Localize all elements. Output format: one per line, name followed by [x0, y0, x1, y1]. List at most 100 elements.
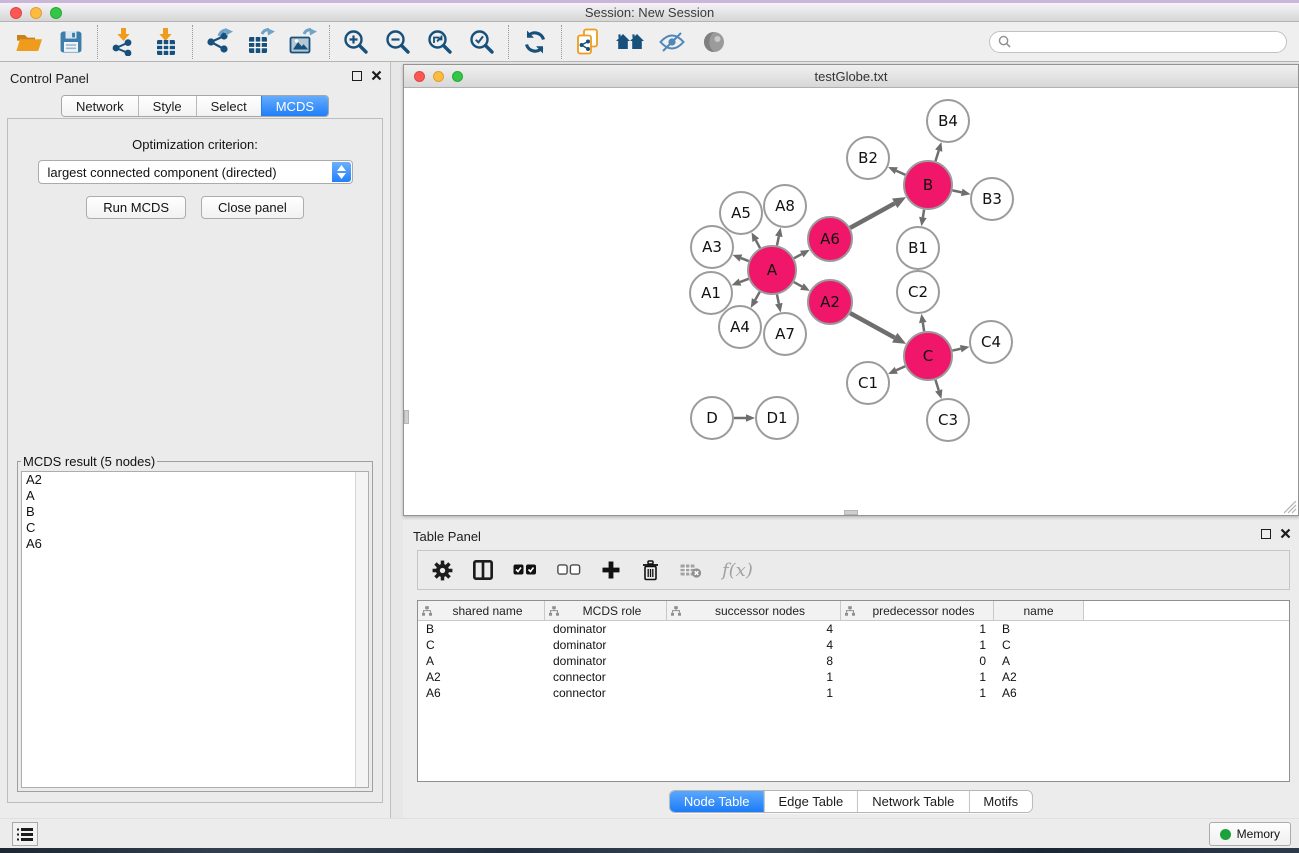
- close-panel-icon[interactable]: [1280, 528, 1291, 539]
- network-window-titlebar[interactable]: testGlobe.txt: [404, 65, 1298, 88]
- function-builder-button[interactable]: f(x): [722, 560, 753, 581]
- scrollbar-track[interactable]: [355, 472, 368, 787]
- column-header-successor-nodes[interactable]: successor nodes: [667, 601, 841, 620]
- close-panel-button[interactable]: Close panel: [201, 196, 304, 219]
- graph-edge[interactable]: [850, 313, 895, 338]
- graph-edge[interactable]: [777, 294, 779, 303]
- graph-edge[interactable]: [777, 236, 779, 245]
- tab-network-table[interactable]: Network Table: [857, 791, 968, 812]
- export-table-button[interactable]: [240, 24, 282, 60]
- graph-edge[interactable]: [755, 292, 760, 300]
- task-history-button[interactable]: [12, 822, 38, 846]
- table-row[interactable]: Adominator80A: [418, 653, 1289, 669]
- float-panel-icon[interactable]: [352, 71, 362, 81]
- close-panel-icon[interactable]: [371, 70, 382, 81]
- splitter-nub[interactable]: [844, 510, 858, 515]
- tab-network[interactable]: Network: [62, 96, 138, 116]
- zoom-out-button[interactable]: [377, 24, 419, 60]
- graph-edge[interactable]: [794, 254, 802, 258]
- splitter-nub[interactable]: [404, 410, 409, 424]
- zoom-fit-button[interactable]: [419, 24, 461, 60]
- export-image-button[interactable]: [282, 24, 324, 60]
- network-from-selection-button[interactable]: [567, 24, 609, 60]
- tab-mcds[interactable]: MCDS: [261, 96, 328, 116]
- graph-edge[interactable]: [952, 190, 961, 192]
- show-all-button[interactable]: [693, 24, 735, 60]
- window-titlebar[interactable]: Session: New Session: [0, 0, 1299, 22]
- graph-node-label: A3: [702, 238, 722, 256]
- import-network-button[interactable]: [103, 24, 145, 60]
- show-columns-button[interactable]: [473, 560, 493, 580]
- graph-edge[interactable]: [850, 203, 895, 228]
- table-row[interactable]: Bdominator41B: [418, 621, 1289, 637]
- tab-motifs[interactable]: Motifs: [968, 791, 1032, 812]
- node-table[interactable]: shared nameMCDS rolesuccessor nodesprede…: [417, 600, 1290, 782]
- graph-edge[interactable]: [952, 349, 960, 351]
- graph-edge[interactable]: [935, 380, 938, 391]
- column-header-predecessor-nodes[interactable]: predecessor nodes: [841, 601, 994, 620]
- select-all-columns-button[interactable]: [513, 564, 537, 576]
- tab-style[interactable]: Style: [138, 96, 196, 116]
- graph-edge[interactable]: [896, 366, 905, 370]
- graph-node-label: C: [923, 347, 933, 365]
- edge-arrowhead-icon: [775, 303, 782, 313]
- home-button[interactable]: [609, 24, 651, 60]
- table-row[interactable]: Cdominator41C: [418, 637, 1289, 653]
- mcds-result-item[interactable]: C: [22, 520, 368, 536]
- list-icon: [17, 828, 33, 841]
- zoom-in-button[interactable]: [335, 24, 377, 60]
- graph-edge[interactable]: [740, 279, 749, 282]
- fx-icon: f(x): [722, 560, 753, 581]
- delete-column-button[interactable]: [641, 560, 660, 581]
- open-file-button[interactable]: [8, 24, 50, 60]
- column-header-MCDS-role[interactable]: MCDS role: [545, 601, 667, 620]
- graph-node-label: A6: [820, 230, 840, 248]
- column-header-name[interactable]: name: [994, 601, 1084, 620]
- hide-selected-button[interactable]: [651, 24, 693, 60]
- control-panel-tabs: NetworkStyleSelectMCDS: [61, 95, 329, 117]
- graph-edge[interactable]: [935, 151, 938, 162]
- float-panel-icon[interactable]: [1261, 529, 1271, 539]
- network-graph[interactable]: B4B2BB3A8A5A6A3B1AC2A1A2A4A7C4CC1C3DD1: [404, 88, 1298, 515]
- mcds-result-item[interactable]: B: [22, 504, 368, 520]
- criterion-select[interactable]: largest connected component (directed): [38, 160, 353, 184]
- graph-node-label: A1: [701, 284, 721, 302]
- graph-edge[interactable]: [896, 171, 905, 175]
- search-field[interactable]: [989, 31, 1287, 53]
- import-table-button[interactable]: [145, 24, 187, 60]
- search-input[interactable]: [1016, 35, 1278, 49]
- column-header-shared-name[interactable]: shared name: [418, 601, 545, 620]
- graph-edge[interactable]: [923, 210, 924, 218]
- toolbar-separator: [329, 25, 330, 59]
- network-view-window[interactable]: testGlobe.txt B4B2BB3A8A5A6A3B1AC2A1A2A4…: [403, 64, 1299, 516]
- table-settings-button[interactable]: [432, 560, 453, 581]
- table-row[interactable]: A2connector11A2: [418, 669, 1289, 685]
- graph-edge[interactable]: [741, 258, 749, 261]
- mcds-result-item[interactable]: A6: [22, 536, 368, 552]
- export-network-button[interactable]: [198, 24, 240, 60]
- graph-edge[interactable]: [756, 240, 760, 248]
- resize-grip-icon[interactable]: [1284, 501, 1297, 514]
- table-cell: dominator: [545, 638, 667, 652]
- mcds-result-item[interactable]: A: [22, 488, 368, 504]
- edge-arrowhead-icon: [733, 255, 743, 262]
- tab-edge-table[interactable]: Edge Table: [763, 791, 857, 812]
- graph-edge[interactable]: [923, 323, 924, 332]
- table-cell: 1: [667, 670, 841, 684]
- unselect-all-columns-button[interactable]: [557, 564, 581, 576]
- save-session-button[interactable]: [50, 24, 92, 60]
- graph-edge[interactable]: [794, 282, 802, 286]
- table-panel: Table Panel: [403, 520, 1299, 818]
- network-canvas[interactable]: B4B2BB3A8A5A6A3B1AC2A1A2A4A7C4CC1C3DD1: [404, 88, 1298, 515]
- mcds-result-list[interactable]: A2ABCA6: [21, 471, 369, 788]
- memory-button[interactable]: Memory: [1209, 822, 1291, 846]
- create-column-button[interactable]: [601, 560, 621, 580]
- mcds-result-item[interactable]: A2: [22, 472, 368, 488]
- delete-table-button[interactable]: [680, 562, 702, 578]
- run-mcds-button[interactable]: Run MCDS: [86, 196, 186, 219]
- table-row[interactable]: A6connector11A6: [418, 685, 1289, 701]
- tab-node-table[interactable]: Node Table: [670, 791, 764, 812]
- zoom-selected-button[interactable]: [461, 24, 503, 60]
- tab-select[interactable]: Select: [196, 96, 261, 116]
- refresh-button[interactable]: [514, 24, 556, 60]
